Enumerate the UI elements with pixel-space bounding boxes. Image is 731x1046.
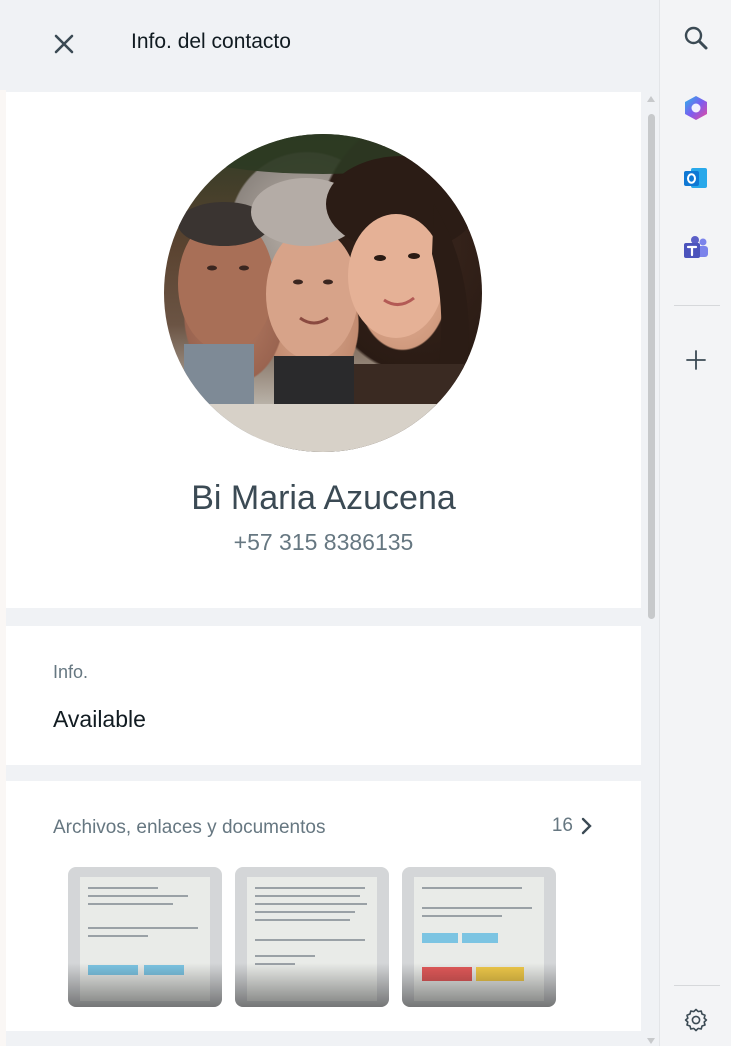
document-thumbnail[interactable]: [68, 867, 222, 1007]
scroll-up-arrow[interactable]: [647, 96, 655, 102]
settings-icon: [684, 1008, 708, 1032]
outlook-button[interactable]: [676, 158, 716, 198]
close-button[interactable]: [44, 24, 84, 64]
thumbnail-shade: [68, 963, 222, 1007]
document-thumbnail[interactable]: [402, 867, 556, 1007]
copilot-icon: [685, 96, 707, 120]
media-count: 16: [551, 815, 573, 836]
rail-divider: [674, 305, 720, 306]
panel-scrollbar[interactable]: [644, 92, 658, 1046]
search-button[interactable]: [676, 18, 716, 58]
media-thumbnails: [68, 867, 556, 1007]
about-value: Available: [53, 706, 146, 732]
document-thumbnail[interactable]: [235, 867, 389, 1007]
add-icon: [686, 350, 706, 370]
media-card: Archivos, enlaces y documentos 16: [6, 781, 641, 1031]
scroll-thumb[interactable]: [648, 114, 655, 619]
copilot-button[interactable]: [676, 88, 716, 128]
search-icon: [684, 26, 708, 50]
outlook-icon: [684, 168, 707, 188]
avatar-photo-illustration: [173, 134, 478, 452]
app-sidebar-rail: [659, 0, 731, 1046]
chevron-right-icon: [581, 817, 592, 835]
thumbnail-shade: [402, 963, 556, 1007]
contact-avatar[interactable]: [164, 134, 482, 452]
media-count-link[interactable]: 16: [552, 815, 593, 837]
panel-header: Info. del contacto: [0, 0, 659, 90]
teams-button[interactable]: [676, 228, 716, 268]
teams-icon: [684, 236, 708, 258]
rail-divider: [674, 985, 720, 986]
about-label: Info.: [53, 662, 89, 682]
contact-info-panel: Info. del contacto Bi Maria Azucena +57 …: [0, 0, 659, 1046]
profile-card: Bi Maria Azucena +57 315 8386135: [6, 92, 641, 608]
thumbnail-shade: [235, 963, 389, 1007]
contact-name: Bi Maria Azucena: [191, 479, 456, 517]
about-card: Info. Available: [6, 626, 641, 765]
panel-title: Info. del contacto: [131, 30, 291, 53]
close-icon: [54, 34, 74, 54]
add-app-button[interactable]: [676, 340, 716, 380]
contact-phone: +57 315 8386135: [233, 529, 414, 555]
media-label[interactable]: Archivos, enlaces y documentos: [53, 817, 325, 839]
scroll-down-arrow[interactable]: [647, 1038, 655, 1044]
settings-button[interactable]: [676, 1000, 716, 1040]
